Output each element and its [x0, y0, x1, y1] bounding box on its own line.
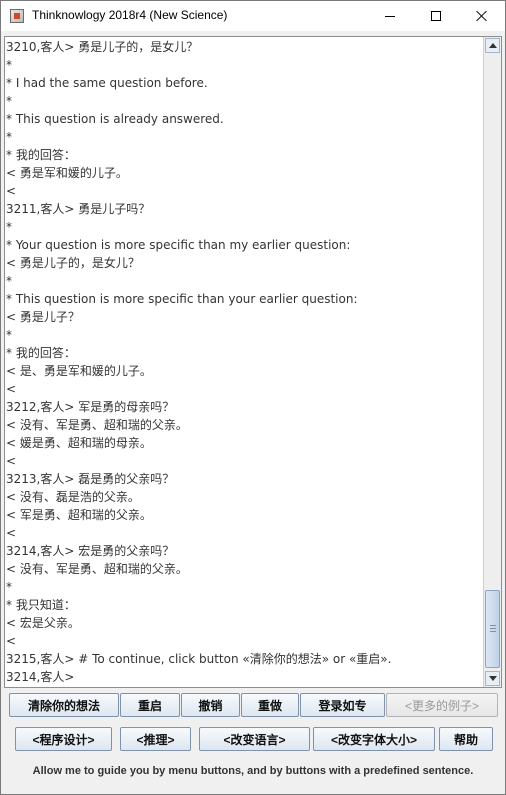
- arrow-up-icon: [488, 43, 497, 48]
- undo-button[interactable]: 撤销: [181, 693, 240, 717]
- maximize-button[interactable]: [413, 1, 459, 31]
- conversation-line: < 没有、磊是浩的父亲。: [6, 490, 140, 504]
- maximize-icon: [431, 11, 441, 21]
- minimize-icon: [385, 15, 395, 17]
- conversation-line: *: [6, 58, 12, 72]
- scroll-down-button[interactable]: [485, 671, 500, 686]
- conversation-line: <: [6, 382, 17, 396]
- conversation-line: <: [6, 634, 17, 648]
- conversation-line: * I had the same question before.: [6, 76, 208, 90]
- conversation-line: < 军是勇、超和瑞的父亲。: [6, 508, 152, 522]
- conversation-text-area[interactable]: 3210,客人> 勇是儿子的，是女儿？ * * I had the same que…: [4, 36, 502, 688]
- help-button[interactable]: 帮助: [439, 727, 493, 751]
- conversation-lines: 3210,客人> 勇是儿子的，是女儿？ * * I had the same que…: [6, 38, 484, 686]
- grip-icon: [490, 625, 496, 634]
- vertical-scrollbar[interactable]: [483, 37, 501, 687]
- conversation-line: < 没有、军是勇、超和瑞的父亲。: [6, 562, 188, 576]
- conversation-line: 3213,客人> 磊是勇的父亲吗？: [6, 472, 175, 486]
- redo-button[interactable]: 重做: [241, 693, 299, 717]
- window-title: Thinknowlogy 2018r4 (New Science): [32, 8, 228, 22]
- conversation-line: * 我的回答：: [6, 148, 76, 162]
- conversation-line: * 我只知道：: [6, 598, 76, 612]
- programming-button[interactable]: <程序设计>: [15, 727, 112, 751]
- conversation-line: < 是、勇是军和媛的儿子。: [6, 364, 152, 378]
- guidance-hint: Allow me to guide you by menu buttons, a…: [32, 765, 474, 777]
- conversation-line: 3214,客人> 宏是勇的父亲吗？: [6, 544, 175, 558]
- restart-button[interactable]: 重启: [120, 693, 180, 717]
- conversation-line: 3212,客人> 军是勇的母亲吗？: [6, 400, 175, 414]
- app-icon: [10, 9, 24, 23]
- minimize-button[interactable]: [367, 1, 413, 31]
- conversation-line: * Your question is more specific than my…: [6, 238, 351, 252]
- change-font-size-button[interactable]: <改变字体大小>: [313, 727, 435, 751]
- title-bar[interactable]: Thinknowlogy 2018r4 (New Science): [1, 1, 505, 31]
- conversation-line: *: [6, 328, 12, 342]
- change-language-button[interactable]: <改变语言>: [199, 727, 310, 751]
- close-button[interactable]: [459, 1, 505, 31]
- conversation-line: * This question is already answered.: [6, 112, 224, 126]
- conversation-line: <: [6, 526, 17, 540]
- login-button[interactable]: 登录如专: [300, 693, 385, 717]
- conversation-line: *: [6, 130, 12, 144]
- scrollbar-thumb[interactable]: [485, 590, 500, 668]
- conversation-line: * This question is more specific than yo…: [6, 292, 358, 306]
- conversation-line: < 勇是儿子？: [6, 310, 80, 324]
- scroll-up-button[interactable]: [485, 38, 500, 53]
- more-examples-button[interactable]: <更多的例子>: [386, 693, 498, 717]
- conversation-line: 3211,客人> 勇是儿子吗？: [6, 202, 151, 216]
- conversation-line: *: [6, 274, 12, 288]
- conversation-line: < 勇是军和媛的儿子。: [6, 166, 128, 180]
- reasoning-button[interactable]: <推理>: [120, 727, 191, 751]
- conversation-line: < 勇是儿子的，是女儿？: [6, 256, 140, 270]
- clear-your-mind-button[interactable]: 清除你的想法: [9, 693, 119, 717]
- conversation-line: <: [6, 184, 17, 198]
- conversation-line: *: [6, 94, 12, 108]
- conversation-line: *: [6, 220, 12, 234]
- app-window: Thinknowlogy 2018r4 (New Science) 3210,客…: [0, 0, 506, 795]
- conversation-line: *: [6, 580, 12, 594]
- conversation-line: 3214,客人>: [6, 670, 75, 684]
- conversation-line: 3210,客人> 勇是儿子的，是女儿？: [6, 40, 199, 54]
- arrow-down-icon: [488, 676, 497, 681]
- conversation-line: < 宏是父亲。: [6, 616, 80, 630]
- conversation-line: 3215,客人> # To continue, click button «清除…: [6, 652, 392, 666]
- conversation-line: <: [6, 454, 17, 468]
- conversation-line: * 我的回答：: [6, 346, 76, 360]
- conversation-line: < 没有、军是勇、超和瑞的父亲。: [6, 418, 188, 432]
- conversation-line: < 媛是勇、超和瑞的母亲。: [6, 436, 152, 450]
- close-icon: [476, 10, 488, 22]
